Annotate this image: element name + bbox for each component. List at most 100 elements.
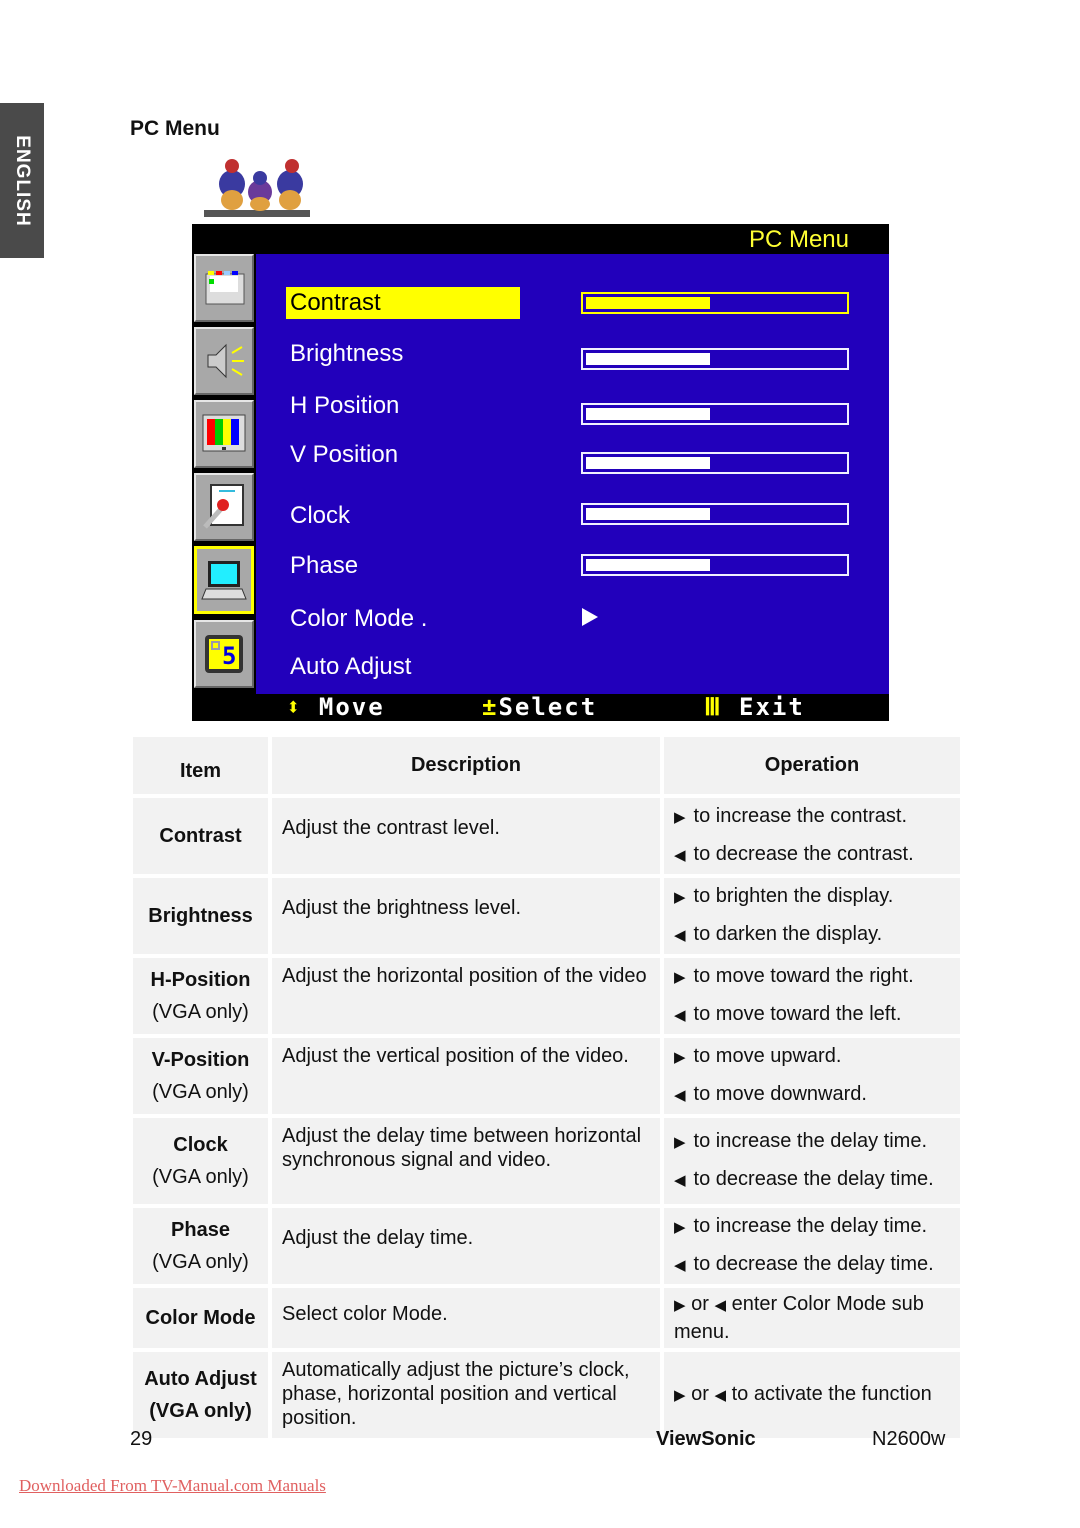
op-left: to move toward the left. xyxy=(674,996,950,1034)
osd-item-h-position[interactable]: H Position xyxy=(290,392,399,420)
osd-item-phase[interactable]: Phase xyxy=(290,552,358,580)
item-name: Color Mode xyxy=(145,1307,256,1329)
item-name: Clock xyxy=(173,1134,228,1156)
osd-tab-picture[interactable] xyxy=(194,254,254,322)
item-name: Contrast xyxy=(159,825,242,847)
osd-icon-bar: 5 xyxy=(192,254,256,694)
page-number: 29 xyxy=(130,1428,153,1450)
operation-cell: to move upward. to move downward. xyxy=(664,1038,960,1114)
op-right: to move upward. xyxy=(674,1038,950,1076)
osd-item-auto-adjust[interactable]: Auto Adjust xyxy=(290,653,411,681)
osd-item-v-position[interactable]: V Position xyxy=(290,441,398,469)
osd-item-brightness[interactable]: Brightness xyxy=(290,340,403,368)
picture-adjust-icon xyxy=(205,271,245,305)
item-cell: H-Position (VGA only) xyxy=(133,958,268,1034)
brand-name: ViewSonic xyxy=(656,1428,756,1450)
item-name: Phase xyxy=(171,1219,230,1241)
osd-item-contrast[interactable]: Contrast xyxy=(286,287,520,319)
slider-fill xyxy=(586,408,710,420)
color-bars-icon xyxy=(202,414,246,452)
table-row: Brightness Adjust the brightness level. … xyxy=(133,878,960,954)
table-row: Auto Adjust (VGA only) Automatically adj… xyxy=(133,1352,960,1438)
plus-minus-icon: ± xyxy=(482,693,499,721)
table-row: Phase (VGA only) Adjust the delay time. … xyxy=(133,1208,960,1284)
pc-laptop-icon xyxy=(201,561,247,600)
move-arrows-icon: ⬍ xyxy=(286,693,303,721)
download-source-link[interactable]: Downloaded From TV-Manual.com Manuals xyxy=(19,1476,326,1496)
description-cell: Adjust the brightness level. xyxy=(272,878,660,954)
item-cell: V-Position (VGA only) xyxy=(133,1038,268,1114)
table-row: Contrast Adjust the contrast level. to i… xyxy=(133,798,960,874)
osd-footer: ⬍ Move ±Select Ⅲ Exit xyxy=(192,694,889,721)
table-header-row: Item Description Operation xyxy=(133,737,960,794)
setup-wrench-icon xyxy=(203,484,244,529)
description-cell: Adjust the contrast level. xyxy=(272,798,660,874)
select-label: Select xyxy=(498,693,598,721)
op-right: to increase the delay time. xyxy=(674,1208,950,1246)
brightness-slider[interactable] xyxy=(581,348,849,370)
osd-header: PC Menu xyxy=(192,224,889,254)
slider-fill xyxy=(586,353,710,365)
language-tab: ENGLISH xyxy=(0,103,44,258)
model-number: N2600w xyxy=(872,1428,946,1450)
phase-slider[interactable] xyxy=(581,554,849,576)
move-hint: ⬍ Move xyxy=(286,694,385,721)
header-operation: Operation xyxy=(664,737,960,794)
op-or: or xyxy=(691,1293,709,1315)
op-right: to move toward the right. xyxy=(674,958,950,996)
description-cell: Adjust the delay time. xyxy=(272,1208,660,1284)
osd-item-color-mode[interactable]: Color Mode . xyxy=(290,605,427,633)
clock-slider[interactable] xyxy=(581,503,849,525)
osd-settings-icon: 5 xyxy=(205,635,243,673)
move-label: Move xyxy=(318,693,385,721)
op-left: to move downward. xyxy=(674,1076,950,1114)
osd-tab-color[interactable] xyxy=(194,400,254,468)
audio-speaker-icon xyxy=(207,343,244,379)
operation-cell: to move toward the right. to move toward… xyxy=(664,958,960,1034)
v-position-slider[interactable] xyxy=(581,452,849,474)
item-note: (VGA only) xyxy=(152,1251,249,1273)
description-cell: Select color Mode. xyxy=(272,1288,660,1348)
slider-fill xyxy=(586,297,710,309)
viewsonic-birds-logo-icon xyxy=(204,159,310,217)
table-row: Color Mode Select color Mode. ▶ or ◀ ent… xyxy=(133,1288,960,1348)
h-position-slider[interactable] xyxy=(581,403,849,425)
language-tab-label: ENGLISH xyxy=(12,134,33,227)
osd-item-clock[interactable]: Clock xyxy=(290,502,350,530)
contrast-slider[interactable] xyxy=(581,292,849,314)
left-arrow-icon: ◀ xyxy=(714,1387,727,1404)
op-or: or xyxy=(691,1383,709,1405)
pc-menu-table: Item Description Operation Contrast Adju… xyxy=(129,733,964,1442)
operation-cell: to brighten the display. to darken the d… xyxy=(664,878,960,954)
item-cell: Color Mode xyxy=(133,1288,268,1348)
item-name: H-Position xyxy=(150,969,251,991)
operation-cell: to increase the delay time. to decrease … xyxy=(664,1208,960,1284)
select-hint: ±Select xyxy=(482,694,597,721)
operation-cell: to increase the delay time. to decrease … xyxy=(664,1118,960,1204)
exit-hint: Ⅲ Exit xyxy=(704,694,805,721)
item-cell: Contrast xyxy=(133,798,268,874)
item-note: (VGA only) xyxy=(149,1400,252,1422)
item-name: V-Position xyxy=(151,1049,250,1071)
slider-fill xyxy=(586,508,710,520)
right-arrow-icon: ▶ xyxy=(674,1387,686,1404)
osd-tab-osd-settings[interactable]: 5 xyxy=(194,620,254,688)
op-text: enter Color Mode sub menu. xyxy=(674,1293,924,1343)
osd-tab-pc[interactable] xyxy=(194,546,254,614)
op-left: to darken the display. xyxy=(674,916,950,954)
operation-cell: ▶ or ◀ enter Color Mode sub menu. xyxy=(664,1288,960,1348)
description-cell: Adjust the delay time between horizontal… xyxy=(272,1118,660,1204)
item-note: (VGA only) xyxy=(152,1081,249,1103)
submenu-arrow-icon xyxy=(582,608,598,626)
header-item: Item xyxy=(133,737,268,794)
header-description: Description xyxy=(272,737,660,794)
osd-pc-menu: PC Menu 5 Contrast Brightness H Position… xyxy=(192,224,889,721)
osd-tab-setup[interactable] xyxy=(194,473,254,541)
item-note: (VGA only) xyxy=(152,1166,249,1188)
operation-cell: ▶ or ◀ to activate the function xyxy=(664,1352,960,1438)
section-title: PC Menu xyxy=(130,117,220,140)
item-cell: Brightness xyxy=(133,878,268,954)
table-row: Clock (VGA only) Adjust the delay time b… xyxy=(133,1118,960,1204)
osd-tab-audio[interactable] xyxy=(194,327,254,395)
item-cell: Clock (VGA only) xyxy=(133,1118,268,1204)
